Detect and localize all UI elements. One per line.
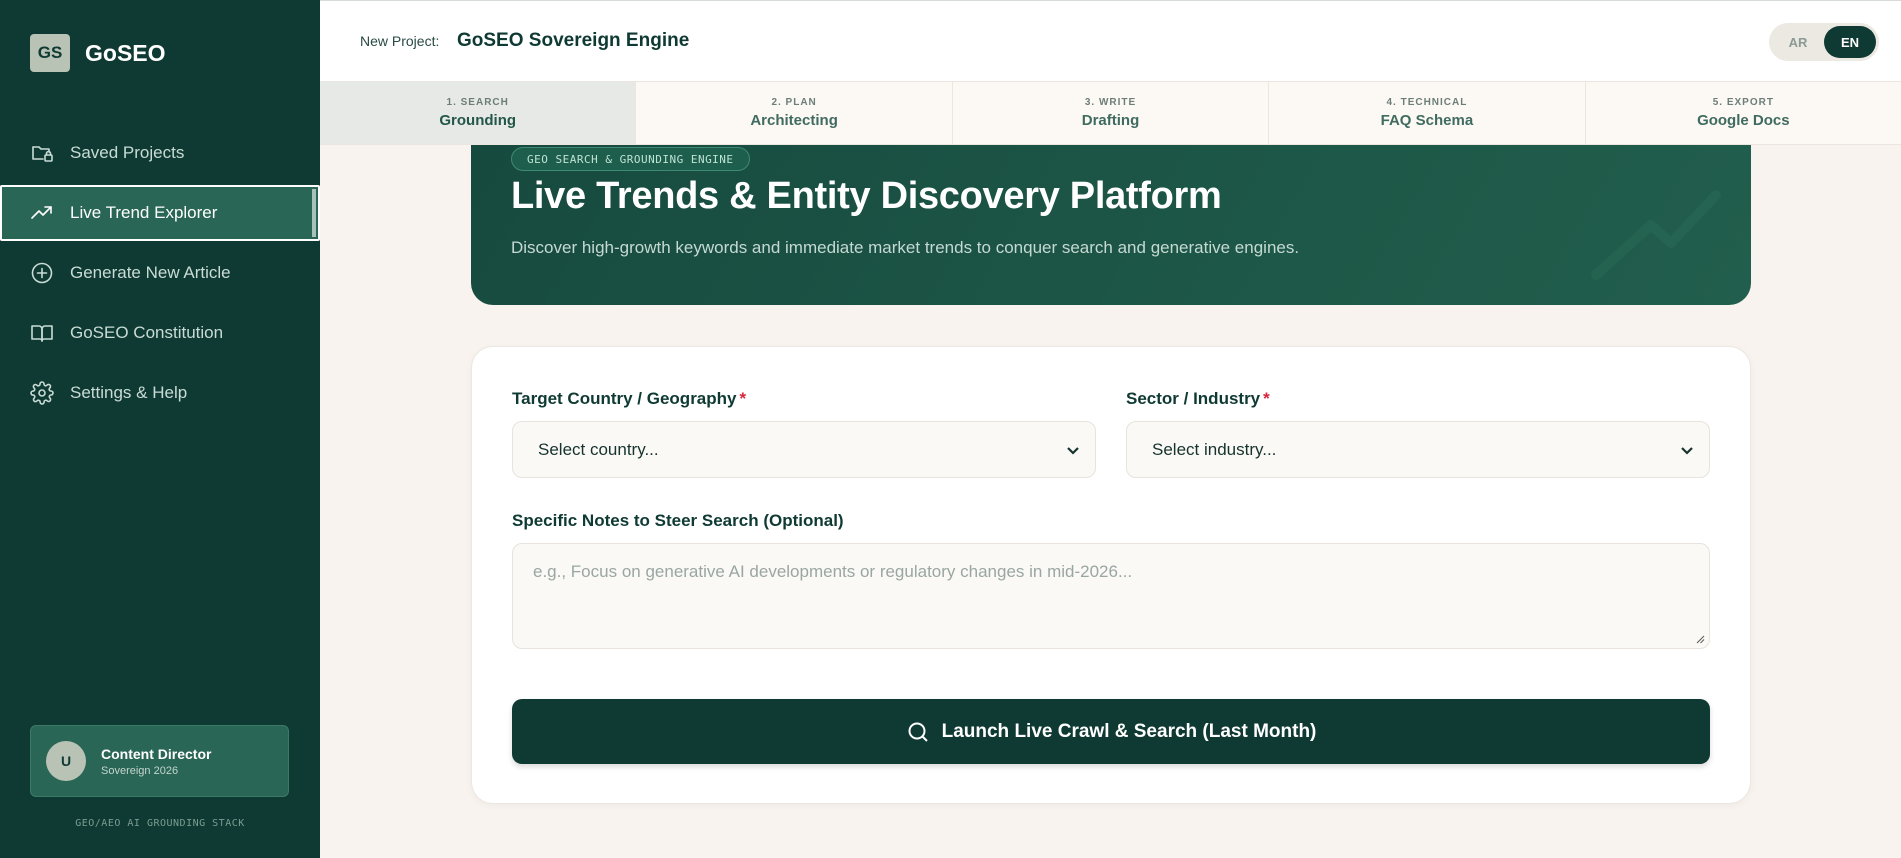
page-title: Live Trends & Entity Discovery Platform [511,175,1222,217]
plus-circle-icon [30,261,54,285]
project-name[interactable]: GoSEO Sovereign Engine [457,30,689,52]
user-name: Content Director [101,745,212,762]
sidebar-item-label: Live Trend Explorer [70,203,218,222]
page-subtitle: Discover high-growth keywords and immedi… [511,238,1300,257]
folder-lock-icon [30,141,54,165]
sidebar-item-live-trend-explorer[interactable]: Live Trend Explorer [0,185,320,241]
required-mark: * [1263,389,1270,408]
country-label: Target Country / Geography * [512,389,746,409]
avatar: U [46,741,86,781]
step-number: 1. SEARCH [446,97,509,108]
step-number: 4. TECHNICAL [1386,97,1468,108]
industry-select[interactable]: Select industry... [1126,421,1710,478]
hero-banner: GEO SEARCH & GROUNDING ENGINE Live Trend… [471,145,1751,305]
sidebar-item-label: Settings & Help [70,383,188,402]
sidebar-item-goseo-constitution[interactable]: GoSEO Constitution [0,305,320,361]
step-name: Google Docs [1697,112,1790,129]
step-plan[interactable]: 2. PLAN Architecting [636,82,953,144]
required-mark: * [739,389,747,408]
gear-icon [30,381,54,405]
step-export[interactable]: 5. EXPORT Google Docs [1586,82,1901,144]
sidebar-nav: Saved Projects Live Trend Explorer Gener… [0,125,320,425]
language-toggle: AR EN [1769,23,1879,61]
hero-badge: GEO SEARCH & GROUNDING ENGINE [511,147,750,171]
brand[interactable]: GS GoSEO [30,34,166,72]
sidebar-item-generate-new-article[interactable]: Generate New Article [0,245,320,301]
chevron-down-icon [1679,442,1695,458]
language-en-button[interactable]: EN [1824,26,1876,58]
step-number: 2. PLAN [771,97,817,108]
user-subtitle: Sovereign 2026 [101,764,179,777]
industry-select-value: Select industry... [1152,439,1277,459]
trend-up-icon [30,201,54,225]
language-ar-button[interactable]: AR [1772,26,1824,58]
search-icon [908,722,928,742]
step-number: 3. WRITE [1084,97,1137,108]
country-select-value: Select country... [538,439,659,459]
step-name: Architecting [750,112,838,129]
country-select[interactable]: Select country... [512,421,1096,478]
step-number: 5. EXPORT [1712,97,1774,108]
trend-decoration-icon [1591,190,1721,280]
notes-label: Specific Notes to Steer Search (Optional… [512,511,844,530]
notes-placeholder: e.g., Focus on generative AI development… [533,562,1133,581]
sidebar-item-saved-projects[interactable]: Saved Projects [0,125,320,181]
search-form-card: Target Country / Geography * Select count… [471,346,1751,804]
workflow-steps: 1. SEARCH Grounding 2. PLAN Architecting… [320,82,1901,145]
industry-label: Sector / Industry * [1126,389,1270,409]
notes-textarea[interactable]: e.g., Focus on generative AI development… [512,543,1710,649]
launch-search-button[interactable]: Launch Live Crawl & Search (Last Month) [512,699,1710,764]
step-search[interactable]: 1. SEARCH Grounding [320,82,637,144]
sidebar-item-label: GoSEO Constitution [70,323,224,342]
stack-label: GEO/AEO AI GROUNDING STACK [75,818,245,829]
resize-handle-icon[interactable] [1695,634,1705,644]
sidebar: GS GoSEO Saved Projects Live Trend Explo… [0,0,320,858]
user-card[interactable]: U Content Director Sovereign 2026 [30,725,289,797]
top-header: New Project: GoSEO Sovereign Engine AR E… [320,0,1901,82]
user-info: Content Director Sovereign 2026 [101,746,211,777]
brand-name: GoSEO [85,39,166,66]
country-label-text: Target Country / Geography [512,389,737,408]
project-label: New Project: [360,33,440,49]
step-name: Grounding [439,112,517,129]
brand-logo: GS [30,34,70,72]
sidebar-item-settings-help[interactable]: Settings & Help [0,365,320,421]
sidebar-item-label: Generate New Article [70,263,231,282]
step-name: FAQ Schema [1380,112,1474,129]
step-name: Drafting [1081,112,1140,129]
step-write[interactable]: 3. WRITE Drafting [953,82,1270,144]
sidebar-item-label: Saved Projects [70,143,185,162]
step-technical[interactable]: 4. TECHNICAL FAQ Schema [1269,82,1586,144]
chevron-down-icon [1065,442,1081,458]
book-icon [30,321,54,345]
industry-label-text: Sector / Industry [1126,389,1261,408]
launch-search-label: Launch Live Crawl & Search (Last Month) [941,720,1317,742]
